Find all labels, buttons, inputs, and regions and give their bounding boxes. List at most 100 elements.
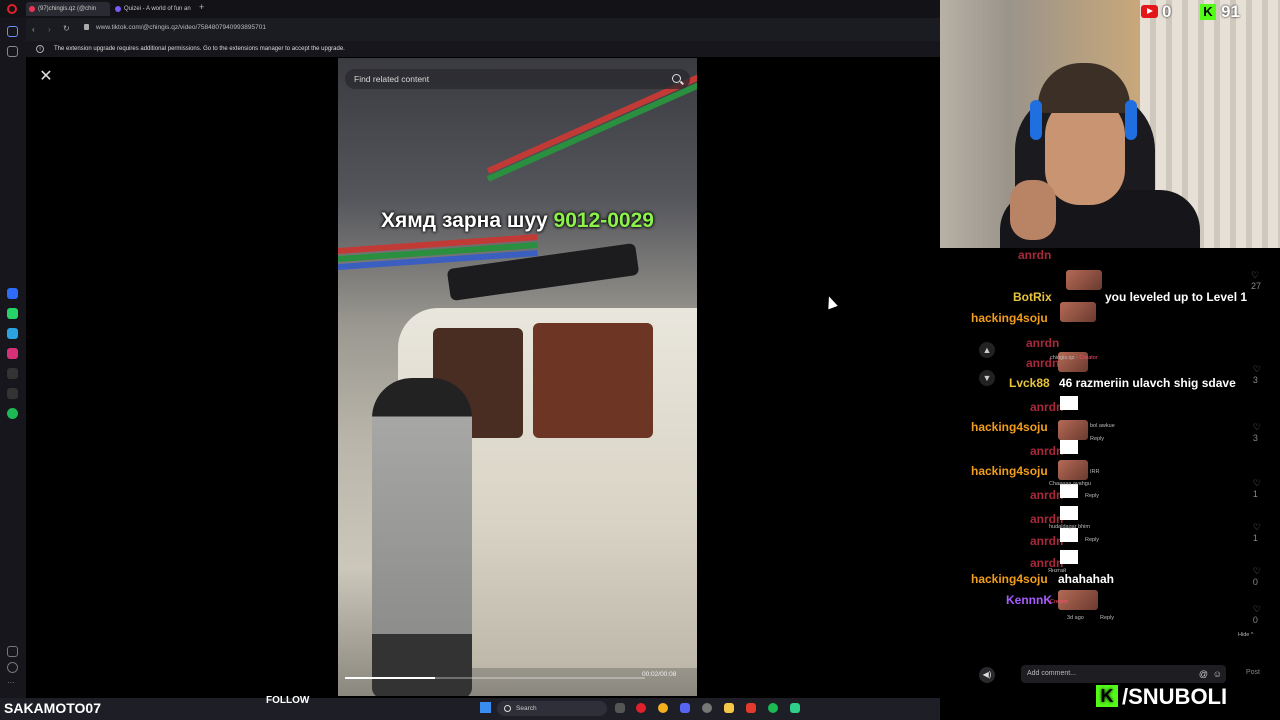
reply-link[interactable]: Reply [1085, 493, 1099, 499]
avatar [1058, 460, 1088, 480]
spotify-icon[interactable] [7, 408, 18, 419]
previous-video-button[interactable]: ▲ [979, 342, 995, 358]
like-heart-icon[interactable]: ♡ 3 [1253, 422, 1261, 443]
steam-taskbar-icon[interactable] [702, 703, 712, 713]
file-explorer-icon[interactable] [724, 703, 734, 713]
comments-and-chat-panel: anrdn anrdn anrdn anrdn anrdn anrdn anrd… [940, 248, 1280, 698]
search-placeholder: Find related content [354, 74, 430, 84]
tiktok-comment: Chaaaaa avahgu [1049, 481, 1091, 487]
next-video-button[interactable]: ▼ [979, 370, 995, 386]
infobar-text: The extension upgrade requires additiona… [54, 46, 345, 52]
chat-username-faded: anrdn [1030, 534, 1064, 548]
browser-tab-bar: (97)chingis.qz (@chin Quizei - A world o… [0, 0, 940, 18]
opera-taskbar-icon[interactable] [636, 703, 646, 713]
spotify-taskbar-icon[interactable] [768, 703, 778, 713]
brand-text: /SNUBOLI [1122, 684, 1228, 709]
chat-username: hacking4soju [971, 420, 1048, 434]
forward-arrow-icon[interactable]: › [48, 25, 51, 34]
messenger-icon[interactable] [7, 288, 18, 299]
search-input[interactable]: Find related content [345, 69, 690, 89]
redacted-box [1060, 396, 1078, 410]
mention-icon[interactable]: @ [1199, 665, 1208, 683]
search-icon[interactable] [672, 74, 681, 83]
redacted-box [1060, 506, 1078, 520]
video-time: 00:02/00:08 [642, 671, 677, 678]
tab-label: (97)chingis.qz (@chin [38, 6, 97, 12]
chat-username: hacking4soju [971, 572, 1048, 586]
info-icon: i [36, 45, 44, 53]
like-heart-icon[interactable]: ♡ 1 [1253, 522, 1261, 543]
instagram-icon[interactable] [7, 348, 18, 359]
post-button[interactable]: Post [1246, 669, 1260, 676]
like-heart-icon[interactable]: ♡ 0 [1253, 566, 1261, 587]
headset-icon [1030, 100, 1042, 140]
chat-username: Lvck88 [1009, 376, 1050, 390]
tiktok-comment: hudaldagar bhim [1049, 524, 1090, 530]
like-heart-icon[interactable]: ♡ 0 [1253, 604, 1261, 625]
close-button[interactable]: ✕ [36, 67, 56, 87]
tiktok-comment: Creator [1050, 599, 1069, 605]
chat-username-faded: anrdn [1030, 444, 1064, 458]
kick-viewer-count: 91 [1221, 2, 1240, 21]
home-icon[interactable] [7, 26, 18, 37]
follow-label: FOLLOW [266, 695, 310, 706]
extension-infobar: i The extension upgrade requires additio… [26, 41, 940, 57]
add-comment-input[interactable]: Add comment... @ ☺ [1021, 665, 1226, 683]
chat-username: BotRix [1013, 290, 1052, 304]
headset-icon [1125, 100, 1137, 140]
whatsapp-icon[interactable] [7, 308, 18, 319]
caption-text: Хямд зарна шуу [381, 209, 548, 232]
browser-tab-quizei[interactable]: Quizei - A world of fun an [112, 2, 196, 16]
hide-replies-button[interactable]: Hide ^ [1238, 632, 1253, 638]
youtube-icon [1141, 5, 1158, 18]
like-heart-icon[interactable]: ♡ 1 [1253, 478, 1261, 499]
tiktok-comment: chingis.qz · Creator [1050, 355, 1098, 361]
task-view-icon[interactable] [615, 703, 625, 713]
heart-icon[interactable] [7, 646, 18, 657]
app-taskbar-icon[interactable] [746, 703, 756, 713]
like-heart-icon[interactable]: ♡ 27 [1251, 270, 1261, 291]
x-icon[interactable] [7, 388, 18, 399]
url-field[interactable]: www.tiktok.com/@chingis.qz/video/7584807… [96, 24, 266, 31]
redacted-box [1060, 528, 1078, 542]
more-icon[interactable]: ··· [7, 678, 18, 689]
chat-username-faded: anrdn [1030, 488, 1064, 502]
history-icon[interactable] [7, 662, 18, 673]
windows-start-icon[interactable] [480, 702, 491, 713]
volume-icon[interactable]: ◀) [979, 667, 995, 683]
caption-number: 9012-0029 [553, 209, 654, 232]
new-tab-button[interactable]: + [199, 2, 204, 12]
video-caption: Хямд зарна шуу 9012-0029 [338, 209, 697, 233]
redacted-box [1060, 550, 1078, 564]
person-figure [372, 378, 472, 696]
streamer-name: SAKAMOTO07 [4, 700, 101, 716]
comment-age: 3d ago [1067, 615, 1084, 621]
video-progress-fill [345, 677, 435, 679]
emoji-icon[interactable]: ☺ [1213, 665, 1222, 683]
discord-taskbar-icon[interactable] [680, 703, 690, 713]
add-comment-placeholder: Add comment... [1027, 670, 1077, 677]
taskbar-search[interactable]: Search [497, 701, 607, 716]
redacted-box [1060, 440, 1078, 454]
reply-link[interactable]: Reply [1085, 537, 1099, 543]
opera-logo-icon[interactable] [7, 4, 17, 14]
video-player[interactable] [338, 58, 697, 696]
telegram-icon[interactable] [7, 328, 18, 339]
tiktok-comment: IRR [1090, 469, 1100, 475]
browser-tab-tiktok[interactable]: (97)chingis.qz (@chin [26, 2, 110, 16]
back-arrow-icon[interactable]: ‹ [32, 25, 35, 34]
tiktok-icon[interactable] [7, 368, 18, 379]
lock-icon [84, 24, 89, 30]
star-icon[interactable] [7, 46, 18, 57]
like-heart-icon[interactable]: ♡ 3 [1253, 364, 1261, 385]
chrome-taskbar-icon[interactable] [658, 703, 668, 713]
chat-username-faded: anrdn [1018, 248, 1052, 262]
chat-message: 46 razmeriin ulavch shig sdave [1059, 376, 1236, 390]
youtube-viewer-count: 0 [1162, 2, 1172, 21]
reply-link[interactable]: Reply [1100, 615, 1114, 621]
reload-icon[interactable]: ↻ [63, 24, 70, 33]
chat-username: hacking4soju [971, 311, 1048, 325]
reply-link[interactable]: Reply [1090, 436, 1104, 442]
app-taskbar-icon[interactable] [790, 703, 800, 713]
tab-label: Quizei - A world of fun an [124, 6, 191, 12]
